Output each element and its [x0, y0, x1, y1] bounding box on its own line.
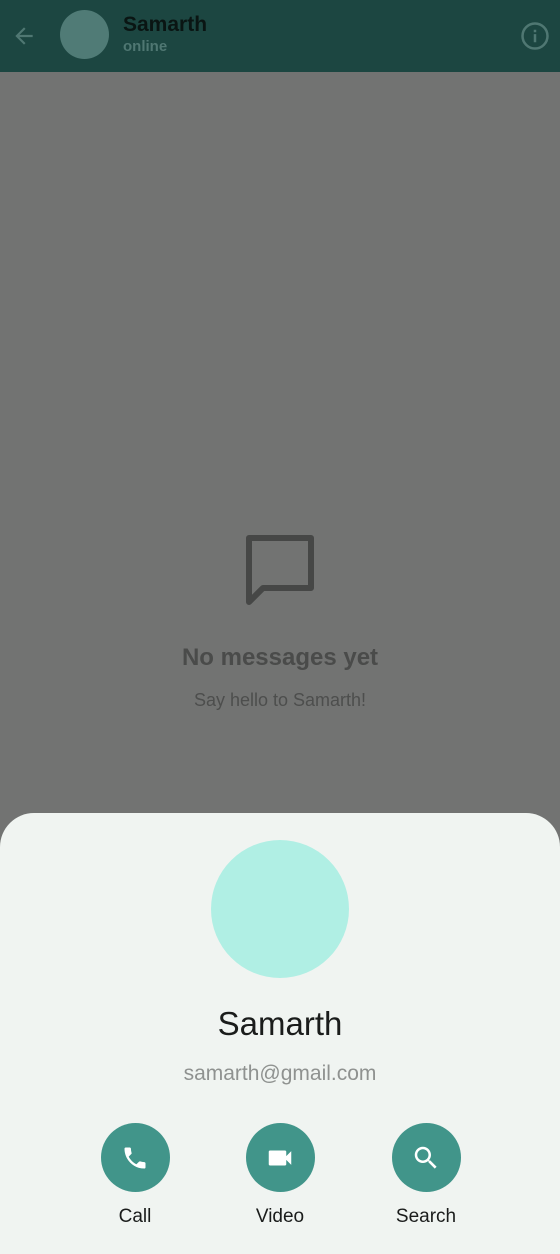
call-label: Call — [118, 1206, 152, 1227]
phone-icon — [124, 1147, 146, 1168]
search-label: Search — [395, 1206, 457, 1227]
profile-email: samarth@gmail.com — [183, 1062, 377, 1085]
chat-bubble-icon — [246, 535, 314, 605]
empty-state: No messages yet Say hello to Samarth! — [0, 530, 560, 711]
empty-state-subtitle: Say hello to Samarth! — [193, 690, 367, 710]
avatar[interactable] — [60, 10, 109, 59]
video-button-circle[interactable] — [245, 1123, 315, 1192]
contact-name: Samarth — [123, 13, 208, 36]
search-button[interactable]: Search — [371, 1123, 481, 1228]
info-icon — [521, 22, 549, 50]
search-button-circle[interactable] — [391, 1123, 461, 1192]
call-button[interactable]: Call — [80, 1123, 190, 1228]
contact-status: online — [123, 38, 168, 55]
empty-state-title: No messages yet — [181, 644, 379, 671]
video-button[interactable]: Video — [225, 1123, 335, 1228]
back-button[interactable] — [8, 18, 40, 54]
info-button[interactable] — [518, 19, 552, 53]
contact-header[interactable]: Samarth online — [123, 13, 207, 57]
app-bar: Samarth online — [0, 0, 560, 72]
video-label: Video — [255, 1206, 305, 1227]
contact-bottom-sheet: Samarth samarth@gmail.com Call Video Sea… — [0, 813, 560, 1254]
search-icon — [414, 1146, 437, 1169]
call-button-circle[interactable] — [100, 1123, 170, 1192]
profile-avatar — [211, 840, 349, 978]
profile-name: Samarth — [217, 1005, 343, 1042]
arrow-back-icon — [15, 27, 33, 45]
videocam-icon — [268, 1150, 292, 1165]
